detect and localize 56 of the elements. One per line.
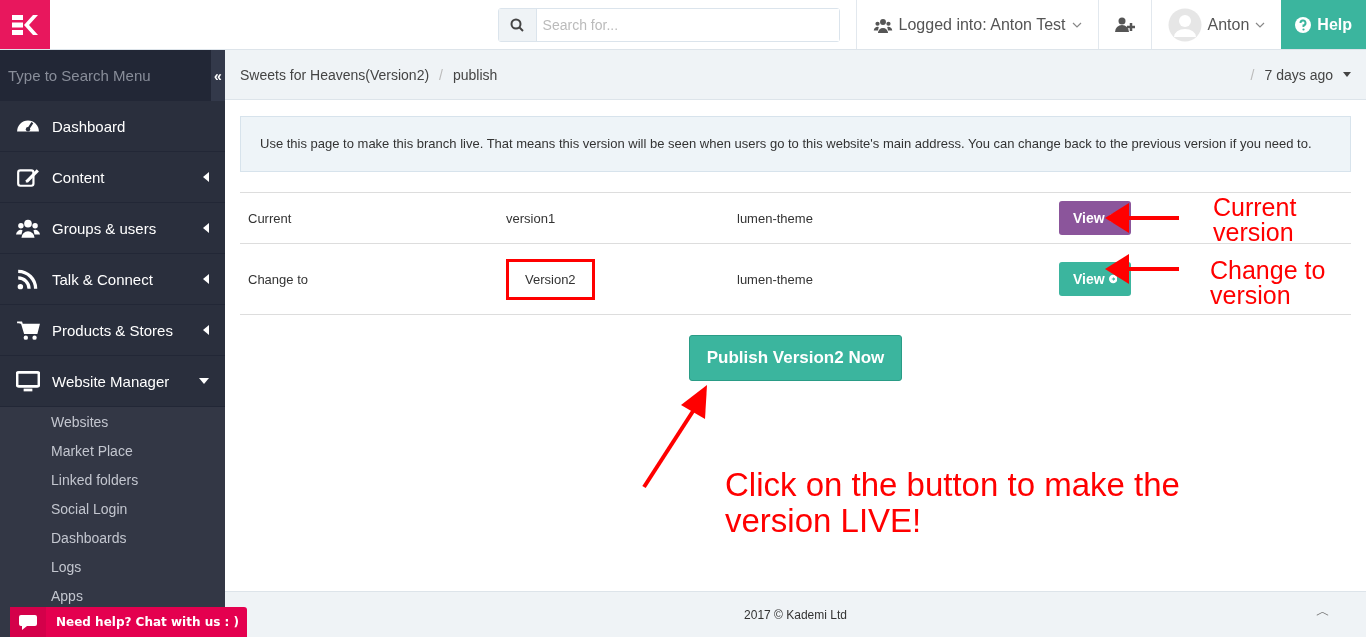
submenu-item[interactable]: Dashboards bbox=[0, 523, 225, 552]
updated-dropdown[interactable]: 7 days ago bbox=[1264, 66, 1333, 83]
collapse-button[interactable]: « bbox=[211, 50, 225, 101]
annotation-text: Click on the button to make the version LIVE! bbox=[725, 467, 1181, 539]
version-name: Version2 bbox=[506, 258, 595, 300]
info-notice: Use this page to make this branch live. That means this version will be seen when users go to this website's main address. You can change back to the previous version if you need to. bbox=[240, 116, 1351, 172]
annotation-note: Change to version bbox=[1210, 258, 1327, 308]
annotation-note: Current version bbox=[1213, 195, 1298, 245]
caret-left-icon bbox=[203, 172, 209, 182]
edit-icon bbox=[16, 166, 40, 188]
breadcrumb-item[interactable]: Sweets for Heavens(Version2) bbox=[240, 66, 430, 83]
submenu-item[interactable]: Social Login bbox=[0, 494, 225, 523]
caret-left-icon bbox=[203, 223, 209, 233]
sidebar-item[interactable]: Products & Stores bbox=[0, 305, 225, 356]
chevron-icon bbox=[1255, 21, 1266, 28]
sidebar-item[interactable]: Groups & users bbox=[0, 203, 225, 254]
user-name: Anton bbox=[1207, 15, 1250, 34]
monitor-icon bbox=[16, 370, 40, 392]
avatar-icon bbox=[1167, 7, 1202, 42]
sidebar-item[interactable]: Dashboard bbox=[0, 101, 225, 152]
help-icon bbox=[1295, 16, 1312, 33]
theme-name: lumen-theme bbox=[737, 210, 813, 226]
breadcrumb-separator: / bbox=[439, 66, 443, 83]
theme-name: lumen-theme bbox=[737, 271, 813, 287]
footer-text: 2017 © Kademi Ltd bbox=[744, 607, 847, 622]
chevron-icon bbox=[1071, 21, 1082, 28]
row-label: Current bbox=[248, 210, 292, 226]
caret-left-icon bbox=[203, 325, 209, 335]
search-icon[interactable] bbox=[510, 17, 525, 32]
submenu-item[interactable]: Websites bbox=[0, 407, 225, 436]
version-name: version1 bbox=[506, 210, 556, 226]
users-icon bbox=[16, 217, 40, 239]
submenu-item[interactable]: Market Place bbox=[0, 436, 225, 465]
arrow-circle-icon bbox=[1108, 273, 1117, 285]
caret-down-icon bbox=[199, 378, 209, 384]
users-icon bbox=[872, 16, 893, 33]
chat-button[interactable]: Need help? Chat with us : ) bbox=[10, 607, 247, 637]
submenu-item[interactable]: Logs bbox=[0, 552, 225, 581]
rss-icon bbox=[16, 268, 40, 290]
sidebar-item[interactable]: Talk & Connect bbox=[0, 254, 225, 305]
logo-icon[interactable] bbox=[0, 0, 50, 49]
submenu-item[interactable]: Linked folders bbox=[0, 465, 225, 494]
breadcrumb-separator: / bbox=[1250, 66, 1255, 83]
breadcrumb-item: publish bbox=[453, 66, 498, 83]
cart-icon bbox=[16, 319, 40, 341]
add-user-icon bbox=[1114, 16, 1135, 33]
menu-search-field[interactable]: Type to Search Menu bbox=[0, 50, 211, 101]
submenu-item[interactable]: Apps bbox=[0, 581, 225, 610]
account-label: Logged into: Anton Test bbox=[898, 15, 1066, 34]
row-label: Change to bbox=[248, 271, 308, 287]
caret-down-icon[interactable] bbox=[1343, 72, 1351, 77]
caret-left-icon bbox=[203, 274, 209, 284]
scroll-top-button[interactable]: ︿ bbox=[1310, 602, 1336, 622]
sidebar-item[interactable]: Content bbox=[0, 152, 225, 203]
chat-bubble-icon bbox=[19, 614, 37, 630]
search-field[interactable]: Search for... bbox=[497, 7, 840, 42]
